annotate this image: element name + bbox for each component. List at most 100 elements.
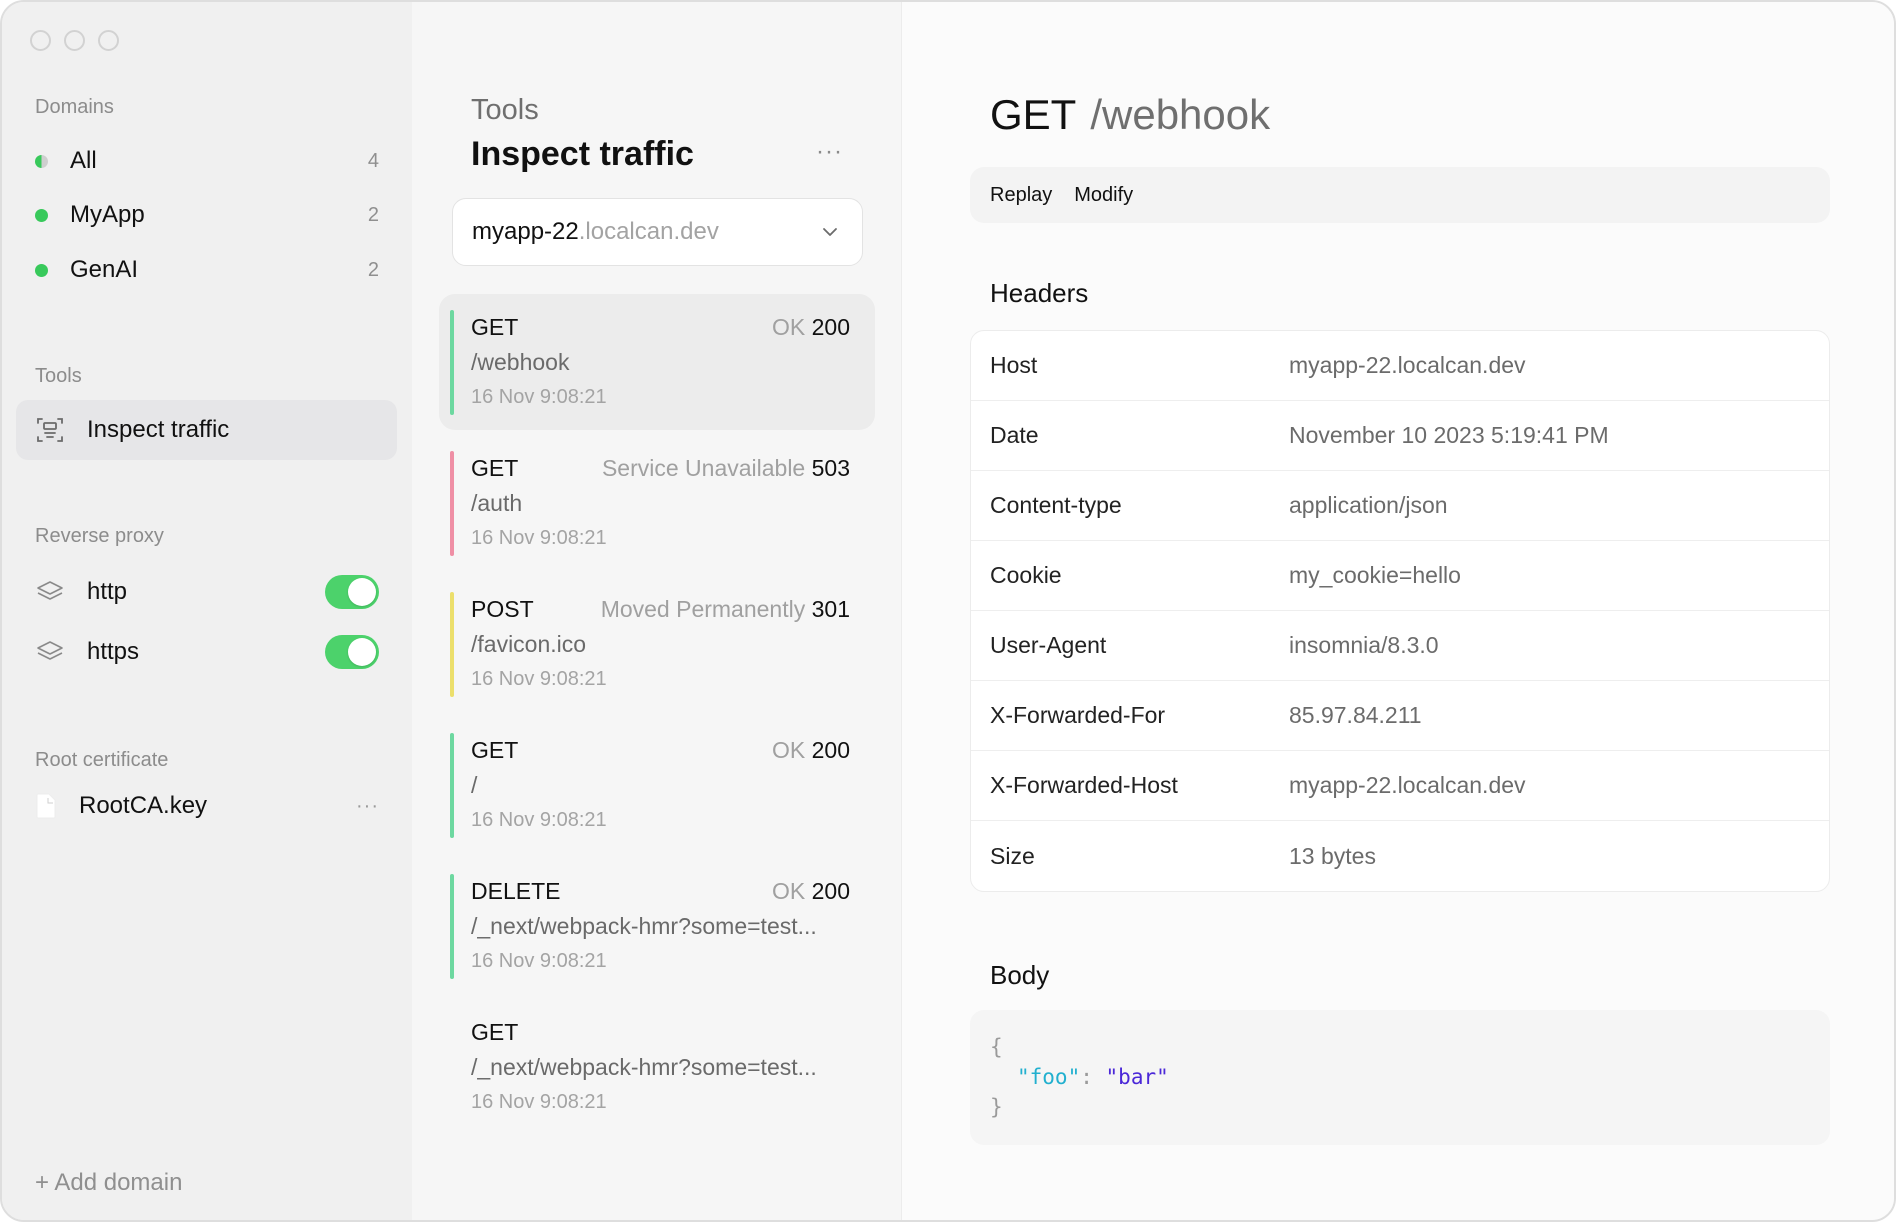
status-dot-icon — [35, 263, 48, 277]
sidebar-item-http: http — [16, 568, 397, 616]
traffic-panel: Tools Inspect traffic ··· myapp-22 .local… — [412, 2, 902, 1220]
headers-title: Headers — [990, 278, 1089, 308]
header-row: Cookie my_cookie=hello — [971, 541, 1829, 611]
status-code: 200 — [811, 737, 850, 763]
traffic-method: POST — [471, 596, 534, 622]
traffic-path: /auth — [471, 490, 523, 516]
header-value[interactable]: November 10 2023 5:19:41 PM — [1289, 422, 1609, 449]
status-bar — [450, 451, 454, 556]
sidebar-item-https: https — [16, 628, 397, 676]
traffic-item[interactable]: GET OK 200/webhook 16 Nov 9:08:21 — [439, 294, 875, 430]
domain-select-base: .localcan.dev — [578, 218, 719, 245]
proxy-label: https — [87, 638, 140, 665]
modify-button[interactable]: Modify — [1074, 184, 1133, 207]
http-toggle[interactable] — [325, 575, 379, 609]
traffic-time: 16 Nov 9:08:21 — [471, 950, 607, 972]
traffic-time: 16 Nov 9:08:21 — [471, 1091, 607, 1113]
traffic-status: Service Unavailable 503 — [602, 455, 850, 482]
header-value[interactable]: insomnia/8.3.0 — [1289, 632, 1439, 659]
status-text: OK — [772, 314, 806, 340]
header-value[interactable]: myapp-22.localcan.dev — [1289, 772, 1526, 799]
domains-section-label: Domains — [35, 96, 114, 118]
traffic-time: 16 Nov 9:08:21 — [471, 527, 607, 549]
tool-label: Inspect traffic — [87, 416, 230, 443]
json-close-brace: } — [990, 1095, 1003, 1119]
status-code: 301 — [811, 596, 850, 622]
reverse-proxy-section-label: Reverse proxy — [35, 525, 164, 547]
header-value[interactable]: application/json — [1289, 492, 1448, 519]
traffic-item[interactable]: POST Moved Permanently 301/favicon.ico 16 … — [439, 576, 875, 712]
json-line: "foo": "bar" — [990, 1062, 1830, 1092]
json-colon: : — [1080, 1065, 1093, 1089]
toggle-knob — [348, 578, 376, 606]
request-method: GET — [990, 91, 1077, 138]
panel-title: Inspect traffic — [471, 135, 694, 173]
sidebar-item-all[interactable]: All 4 — [16, 137, 397, 185]
app-window: Domains All 4 MyApp 2 GenAI 2 Tools Insp… — [0, 0, 1896, 1222]
replay-button[interactable]: Replay — [990, 184, 1052, 207]
traffic-item[interactable]: GET OK 200 / 16 Nov 9:08:21 — [439, 717, 875, 853]
traffic-item[interactable]: GET Service Unavailable 503/auth 16 Nov 9:… — [439, 435, 875, 571]
request-toolbar: Replay Modify — [970, 167, 1830, 223]
sidebar-item-myapp[interactable]: MyApp 2 — [16, 191, 397, 239]
https-toggle[interactable] — [325, 635, 379, 669]
status-code: 200 — [811, 314, 850, 340]
traffic-status: OK 200 — [772, 737, 850, 764]
status-text: Moved Permanently — [600, 596, 806, 622]
header-value[interactable]: myapp-22.localcan.dev — [1289, 352, 1526, 379]
sidebar-item-genai[interactable]: GenAI 2 — [16, 246, 397, 294]
traffic-method: GET — [471, 1019, 519, 1045]
status-bar — [450, 733, 454, 838]
header-value[interactable]: my_cookie=hello — [1289, 562, 1461, 589]
domain-select[interactable]: myapp-22 .localcan.dev — [452, 198, 863, 266]
traffic-path: /webhook — [471, 349, 570, 375]
request-detail: GET/webhook Replay Modify Headers Host my… — [902, 2, 1894, 1220]
status-text: Service Unavailable — [601, 455, 806, 481]
traffic-time: 16 Nov 9:08:21 — [471, 386, 607, 408]
json-value: "bar" — [1105, 1065, 1169, 1089]
panel-more-options-icon[interactable]: ··· — [816, 138, 843, 166]
traffic-list: GET OK 200/webhook 16 Nov 9:08:21 GET Servic… — [439, 294, 875, 1140]
traffic-path: /_next/webpack-hmr?some=test... — [471, 913, 817, 939]
traffic-path: /_next/webpack-hmr?some=test... — [471, 1054, 817, 1080]
traffic-item[interactable]: GET /_next/webpack-hmr?some=test... 16 No… — [439, 999, 875, 1135]
traffic-method: GET — [471, 737, 519, 763]
json-open-brace: { — [990, 1035, 1003, 1059]
status-text: OK — [772, 878, 806, 904]
root-cert-label: RootCA.key — [79, 792, 208, 819]
sidebar-item-inspect-traffic[interactable]: Inspect traffic — [16, 400, 397, 460]
add-domain-button[interactable]: + Add domain — [35, 1169, 182, 1197]
header-row: X-Forwarded-Host myapp-22.localcan.dev — [971, 751, 1829, 821]
toggle-knob — [348, 638, 376, 666]
domain-count: 2 — [367, 258, 379, 281]
status-code: 503 — [811, 455, 850, 481]
request-path: /webhook — [1090, 91, 1271, 138]
close-window-button[interactable] — [30, 30, 51, 51]
root-certificate-item[interactable]: RootCA.key ··· — [16, 782, 397, 830]
domain-count: 4 — [367, 149, 379, 172]
header-key: X-Forwarded-Host — [990, 772, 1178, 798]
status-dot-icon — [35, 208, 48, 222]
domain-label: MyApp — [70, 201, 145, 228]
traffic-path: / — [471, 772, 478, 798]
traffic-status: OK 200 — [772, 878, 850, 905]
header-key: Date — [990, 422, 1039, 448]
status-bar — [450, 310, 454, 415]
zoom-window-button[interactable] — [98, 30, 119, 51]
chevron-down-icon — [823, 228, 837, 236]
domain-label: GenAI — [70, 256, 139, 283]
header-row: Content-type application/json — [971, 471, 1829, 541]
header-value[interactable]: 85.97.84.211 — [1289, 702, 1422, 729]
header-value[interactable]: 13 bytes — [1289, 843, 1376, 870]
minimize-window-button[interactable] — [64, 30, 85, 51]
more-options-icon[interactable]: ··· — [356, 795, 379, 818]
traffic-method: GET — [471, 314, 519, 340]
traffic-status: OK 200 — [772, 314, 850, 341]
document-icon — [35, 791, 57, 821]
traffic-time: 16 Nov 9:08:21 — [471, 668, 607, 690]
status-bar — [450, 874, 454, 979]
inspect-icon — [35, 415, 65, 445]
traffic-item[interactable]: DELETE OK 200 /_next/webpack-hmr?some=test… — [439, 858, 875, 994]
window-controls — [30, 30, 119, 51]
traffic-time: 16 Nov 9:08:21 — [471, 809, 607, 831]
